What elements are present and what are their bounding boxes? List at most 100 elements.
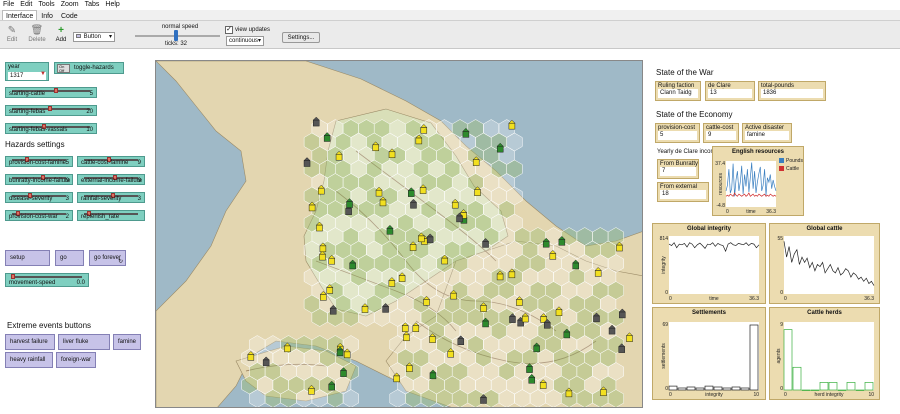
from-bunratty-value: 7 bbox=[660, 167, 696, 176]
legend-label: Pounds bbox=[786, 158, 803, 164]
agent-body bbox=[543, 322, 551, 329]
total-pounds-monitor: total-pounds 1836 bbox=[758, 81, 826, 101]
agent-body bbox=[626, 335, 633, 342]
movement-speed-label: movement-speed bbox=[9, 280, 56, 286]
update-mode-select[interactable]: continuous ▾ bbox=[226, 36, 264, 46]
heavy-rainfall-button[interactable]: heavy rainfall bbox=[5, 352, 53, 368]
agent-body bbox=[409, 244, 417, 251]
slider-knob[interactable] bbox=[53, 88, 58, 93]
x-axis-label: herd integrity bbox=[815, 392, 844, 398]
world-view[interactable] bbox=[155, 60, 643, 408]
agent-body bbox=[608, 327, 616, 335]
x-tick-label: 0 bbox=[784, 296, 787, 302]
menu-tabs[interactable]: Tabs bbox=[85, 0, 100, 10]
bunratty-income-failure-slider[interactable]: bunratty-income-failure 9 bbox=[5, 174, 73, 185]
view-updates-checkbox[interactable]: ✓ bbox=[225, 26, 233, 34]
agent-body bbox=[379, 199, 387, 207]
external-income-failure-slider[interactable]: external-income-failure 9 bbox=[77, 174, 145, 185]
from-external-value: 18 bbox=[660, 190, 706, 199]
tab-bar: Interface Info Code bbox=[0, 10, 900, 21]
go-button[interactable]: go bbox=[55, 250, 84, 266]
menu-help[interactable]: Help bbox=[105, 0, 119, 10]
movement-speed-value: 0.0 bbox=[76, 280, 85, 286]
movement-speed-slider[interactable]: movement-speed 0.0 bbox=[5, 273, 89, 287]
agent-body bbox=[429, 372, 437, 380]
histogram-bar bbox=[855, 389, 865, 391]
menu-edit[interactable]: Edit bbox=[20, 0, 32, 10]
agent-body bbox=[522, 315, 529, 323]
agent-body bbox=[408, 190, 415, 197]
menu-file[interactable]: File bbox=[3, 0, 14, 10]
switch-toggle-icon: On Off bbox=[57, 64, 70, 73]
agent-body bbox=[572, 262, 579, 270]
starting-febas-vassals-slider[interactable]: starting-febas-vassals 10 bbox=[5, 123, 97, 134]
provision-cost-war-slider[interactable]: provision-cost-war 2 bbox=[5, 210, 73, 221]
agent-body bbox=[388, 151, 396, 159]
slider-label: cattle-cost-famine bbox=[81, 160, 129, 166]
menu-zoom[interactable]: Zoom bbox=[61, 0, 79, 10]
edit-button[interactable]: ✎ Edit bbox=[5, 25, 19, 43]
provision-cost-famine-slider[interactable]: provision-cost-famine 5 bbox=[5, 156, 73, 167]
chevron-down-icon: ▾ bbox=[257, 38, 261, 44]
forever-loop-icon: ↻ bbox=[117, 259, 123, 265]
agent-body bbox=[328, 383, 335, 391]
agent-body bbox=[418, 235, 425, 243]
toggle-hazards-switch[interactable]: On Off toggle-hazards bbox=[54, 62, 124, 74]
settings-button[interactable]: Settings... bbox=[282, 32, 320, 43]
year-chooser[interactable]: year 1317 ▼ bbox=[5, 62, 49, 81]
state-of-war-heading: State of the War bbox=[656, 68, 714, 77]
from-external-monitor: From external manors 18 bbox=[657, 182, 709, 202]
starting-cattle-slider[interactable]: starting-cattle 5 bbox=[5, 87, 97, 98]
slider-value: 3 bbox=[65, 196, 69, 202]
replenish_rate-slider[interactable]: replenish_rate bbox=[77, 210, 145, 221]
trash-icon: 🗑 bbox=[30, 25, 44, 36]
agent-body bbox=[482, 320, 489, 328]
agent-body bbox=[401, 325, 409, 332]
x-axis-label: time bbox=[746, 209, 756, 215]
tab-info[interactable]: Info bbox=[37, 10, 57, 20]
slider-knob[interactable] bbox=[48, 106, 53, 111]
x-tick-label: 36.3 bbox=[749, 296, 759, 302]
starting-febas-slider[interactable]: starting-febas 20 bbox=[5, 105, 97, 116]
agent-body bbox=[328, 257, 335, 265]
agent-body bbox=[516, 299, 523, 306]
speed-slider-knob[interactable] bbox=[174, 30, 178, 41]
harvest-failure-button[interactable]: harvest failure bbox=[5, 334, 55, 350]
slider-label: bunratty-income-failure bbox=[9, 178, 71, 184]
y-tick-label: 814 bbox=[660, 236, 669, 242]
button-widget-icon bbox=[76, 34, 81, 38]
edit-label: Edit bbox=[6, 37, 18, 43]
tab-interface[interactable]: Interface bbox=[2, 10, 38, 20]
disease-severity-slider[interactable]: disease-severity 3 bbox=[5, 192, 73, 203]
delete-button[interactable]: 🗑 Delete bbox=[28, 25, 46, 43]
histogram-bar bbox=[837, 389, 847, 391]
y-tick-label: 55 bbox=[777, 236, 783, 242]
liver-fluke-disease-button[interactable]: liver fluke disease bbox=[58, 334, 110, 359]
cattle-cost-famine-slider[interactable]: cattle-cost-famine 9 bbox=[77, 156, 145, 167]
agent-body bbox=[312, 119, 320, 127]
slider-value: 5 bbox=[65, 160, 69, 166]
go-forever-button[interactable]: go forever ↻ bbox=[89, 250, 126, 266]
cattle-cost-value: 9 bbox=[706, 131, 736, 140]
slider-label: external-income-failure bbox=[81, 178, 143, 184]
agent-body bbox=[563, 331, 571, 339]
agent-body bbox=[410, 201, 417, 209]
agent-body bbox=[262, 359, 270, 367]
menu-tools[interactable]: Tools bbox=[38, 0, 54, 10]
ruling-faction-monitor: Ruling faction Clann Taidg bbox=[655, 81, 701, 101]
widget-type-select[interactable]: Button ▾ bbox=[73, 32, 115, 42]
de-clare-victories-value: 13 bbox=[708, 89, 752, 98]
foreign-war-button[interactable]: foreign-war bbox=[56, 352, 96, 368]
histogram-bar bbox=[801, 389, 811, 391]
y-tick-label: 0 bbox=[665, 386, 668, 392]
agent-body bbox=[480, 397, 487, 404]
cattle-herds-plot: Cattle herds 9 0 0 10 herd integrity agents bbox=[769, 307, 880, 400]
setup-button[interactable]: setup bbox=[5, 250, 50, 266]
agent-body bbox=[335, 153, 343, 161]
tab-code[interactable]: Code bbox=[57, 10, 82, 20]
slider-knob[interactable] bbox=[11, 274, 15, 279]
famine-button[interactable]: famine bbox=[113, 334, 141, 350]
add-button[interactable]: + Add bbox=[54, 25, 68, 43]
agent-body bbox=[539, 382, 547, 389]
rainfall-severity-slider[interactable]: rainfall-severity 3 bbox=[77, 192, 145, 203]
